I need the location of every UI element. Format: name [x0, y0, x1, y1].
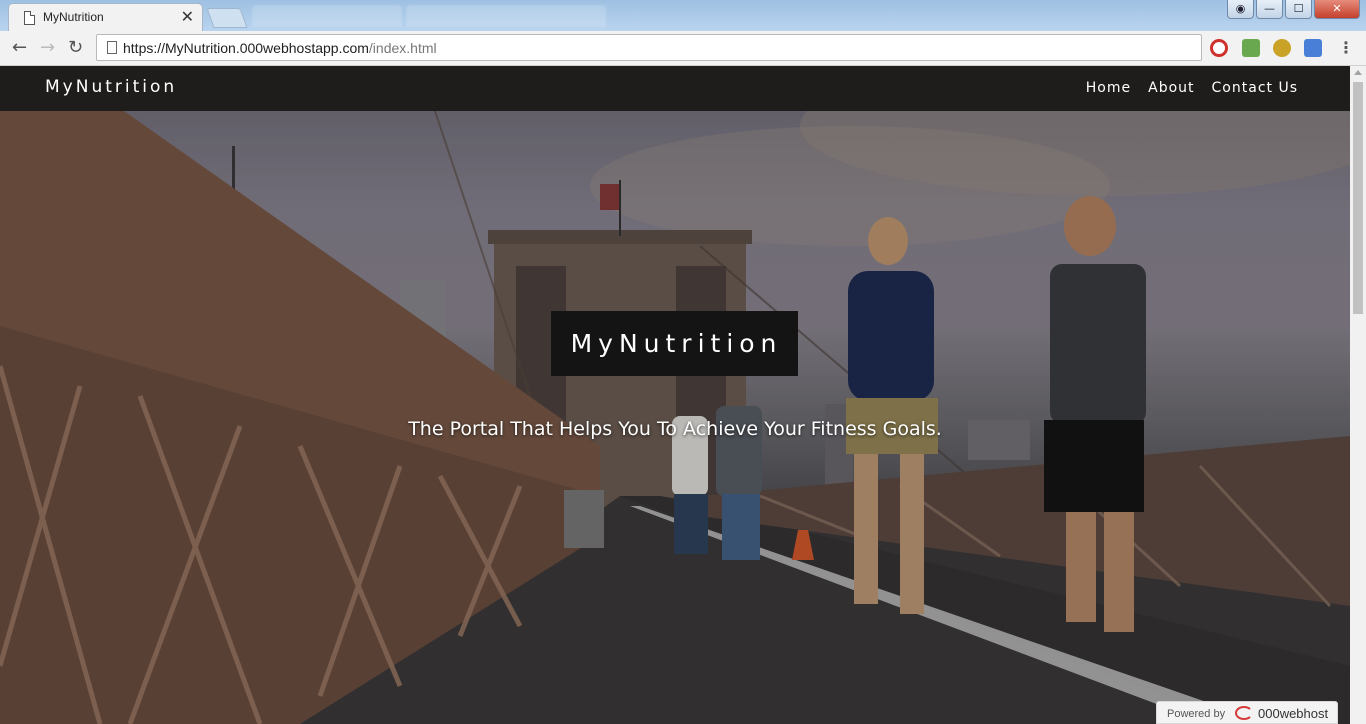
tab-title: MyNutrition [43, 10, 104, 24]
close-window-button[interactable]: ✕ [1314, 0, 1360, 19]
page-info-icon[interactable] [107, 41, 117, 54]
nav-home-link[interactable]: Home [1086, 80, 1131, 96]
powered-by-name: 000webhost [1258, 706, 1329, 721]
menu-icon[interactable]: ⋮ [1338, 38, 1354, 57]
page-scrollbar[interactable] [1350, 66, 1366, 724]
browser-toolbar: ← → ↻ https://MyNutrition.000webhostapp.… [0, 31, 1366, 66]
nav-about-link[interactable]: About [1148, 80, 1194, 96]
hero-background [0, 66, 1350, 724]
extension-icon[interactable] [1242, 39, 1260, 57]
hero-overlay [0, 66, 1350, 724]
address-bar[interactable]: https://MyNutrition.000webhostapp.com/in… [96, 34, 1202, 61]
minimize-button[interactable]: — [1256, 0, 1283, 19]
url-path: /index.html [368, 40, 437, 56]
hero-tagline: The Portal That Helps You To Achieve You… [408, 418, 942, 440]
translate-icon[interactable] [1304, 39, 1322, 57]
hero-title-box: MyNutrition [551, 311, 798, 376]
scroll-up-icon[interactable] [1354, 70, 1362, 75]
page-icon [24, 11, 35, 25]
powered-by-label: Powered by [1167, 708, 1226, 720]
reload-icon[interactable]: ↻ [68, 37, 83, 58]
hero-title: MyNutrition [570, 329, 783, 358]
nav-links: Home About Contact Us [1086, 80, 1298, 96]
browser-titlebar: MyNutrition ✕ ◉ — ☐ ✕ [0, 0, 1366, 31]
window-controls: ◉ — ☐ ✕ [1227, 0, 1360, 19]
page-viewport: MyNutrition Home About Contact Us MyNutr… [0, 66, 1366, 724]
brand-logo[interactable]: MyNutrition [45, 77, 177, 97]
background-tab[interactable] [252, 5, 402, 27]
back-arrow-icon[interactable]: ← [12, 37, 27, 58]
background-tab[interactable] [406, 5, 606, 27]
profile-icon[interactable]: ◉ [1227, 0, 1254, 19]
new-tab-button[interactable] [206, 8, 248, 28]
maximize-button[interactable]: ☐ [1285, 0, 1312, 19]
browser-tab-active[interactable]: MyNutrition ✕ [8, 3, 203, 31]
scroll-thumb[interactable] [1353, 82, 1363, 314]
opera-icon[interactable] [1210, 39, 1228, 57]
webhost-logo-icon [1235, 706, 1253, 720]
forward-arrow-icon[interactable]: → [40, 37, 55, 58]
close-tab-icon[interactable]: ✕ [181, 7, 194, 26]
url-text[interactable]: https://MyNutrition.000webhostapp.com/in… [123, 40, 437, 56]
nav-contact-link[interactable]: Contact Us [1212, 80, 1298, 96]
powered-by-badge[interactable]: Powered by 000webhost [1156, 701, 1338, 724]
vpn-icon[interactable] [1273, 39, 1291, 57]
site-navbar: MyNutrition Home About Contact Us [0, 66, 1350, 111]
url-host: https://MyNutrition.000webhostapp.com [123, 40, 369, 56]
